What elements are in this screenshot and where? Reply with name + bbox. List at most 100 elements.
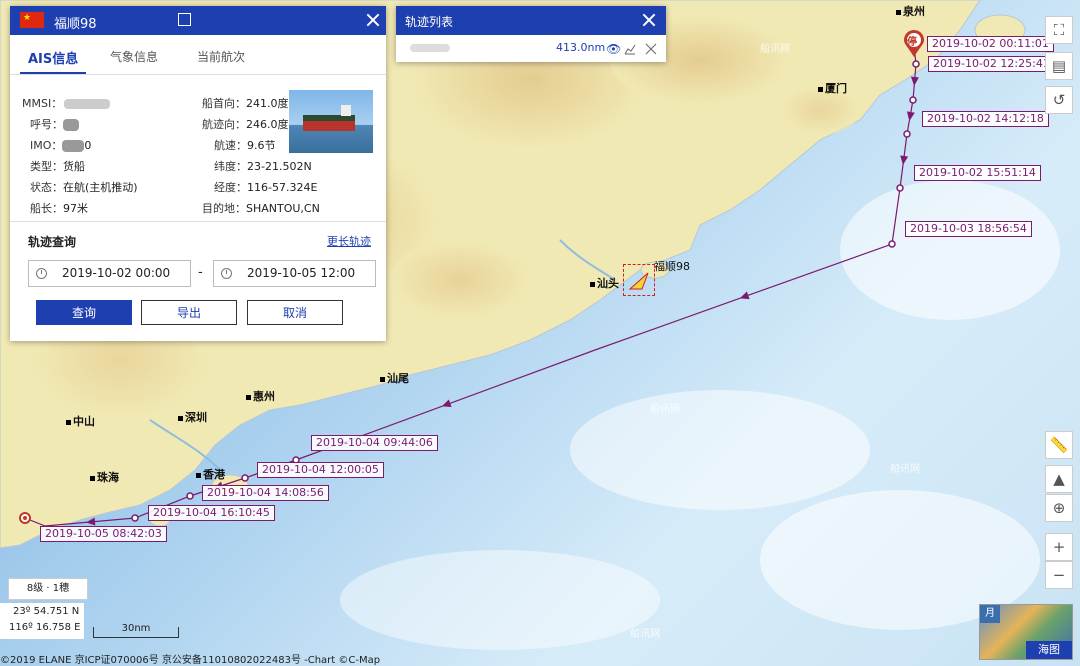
- field-heading: 船首向：241.0度: [202, 97, 289, 110]
- date-range-dash: -: [198, 265, 203, 280]
- stop-pin[interactable]: 停: [903, 30, 925, 58]
- track-time-label[interactable]: 2019-10-02 14:12:18: [922, 111, 1049, 127]
- track-point[interactable]: [896, 184, 904, 192]
- watermark: 船讯网: [890, 464, 920, 475]
- track-time-label[interactable]: 2019-10-04 14:08:56: [202, 485, 329, 501]
- field-longitude: 经度：116-57.324E: [214, 181, 318, 194]
- close-icon[interactable]: [365, 12, 381, 28]
- track-end-marker: [19, 512, 31, 524]
- delete-icon[interactable]: [645, 43, 657, 55]
- track-direction-arrow: [900, 155, 909, 165]
- field-destination: 目的地：SHANTOU,CN: [202, 202, 320, 215]
- track-time-label[interactable]: 2019-10-02 00:11:01: [927, 36, 1054, 52]
- minimap-month-toggle[interactable]: 月: [980, 605, 1000, 623]
- stop-label: 停: [907, 37, 917, 48]
- zoom-level-box: 8级 · 1穗: [8, 578, 88, 600]
- ship-name-label: 福顺98: [654, 260, 690, 273]
- close-icon[interactable]: [641, 12, 657, 28]
- section-divider: [10, 221, 386, 222]
- scale-bar: 30nm: [93, 623, 179, 638]
- ship-arrow-icon: [628, 272, 649, 290]
- fullscreen-icon[interactable]: ⛶: [1045, 16, 1073, 44]
- track-time-label[interactable]: 2019-10-02 12:25:41: [928, 56, 1055, 72]
- ship-name: 福顺98: [54, 17, 97, 32]
- field-latitude: 纬度：23-21.502N: [214, 160, 312, 173]
- field-status: 状态：在航(主机推动): [30, 181, 138, 194]
- flag-icon: ★: [20, 12, 44, 28]
- field-type: 类型：货船: [30, 160, 85, 173]
- zoom-out-button[interactable]: −: [1045, 561, 1073, 589]
- city-shantou: 汕头: [590, 275, 619, 291]
- clock-icon: [221, 268, 232, 279]
- track-direction-arrow: [739, 291, 750, 300]
- copyright-footer: ©2019 ELANE 京ICP证070006号 京公安备11010802022…: [0, 655, 381, 666]
- tab-ais[interactable]: AIS信息: [28, 48, 78, 67]
- track-point[interactable]: [903, 130, 911, 138]
- track-time-label[interactable]: 2019-10-04 16:10:45: [148, 505, 275, 521]
- track-time-label[interactable]: 2019-10-04 09:44:06: [311, 435, 438, 451]
- briefcase-icon[interactable]: ▤: [1045, 52, 1073, 80]
- field-course: 航迹向：246.0度: [202, 118, 289, 131]
- tab-voyage[interactable]: 当前航次: [197, 48, 245, 65]
- coord-lon: 116º 16.758 E: [9, 622, 81, 633]
- tab-divider: [10, 74, 386, 75]
- locate-icon[interactable]: ⊕: [1045, 494, 1073, 522]
- export-button[interactable]: 导出: [141, 300, 237, 325]
- city-quanzhou: 泉州: [896, 3, 925, 19]
- city-xiamen: 厦门: [818, 80, 847, 96]
- track-query-title: 轨迹查询: [28, 235, 77, 249]
- field-mmsi: MMSI：: [22, 95, 111, 111]
- track-time-label[interactable]: 2019-10-05 08:42:03: [40, 526, 167, 542]
- longer-track-link[interactable]: 更长轨迹: [327, 233, 371, 249]
- zoom-in-button[interactable]: +: [1045, 533, 1073, 561]
- edit-icon[interactable]: [178, 13, 191, 26]
- watermark: 船讯网: [630, 629, 660, 640]
- field-length: 船长：97米: [30, 202, 88, 215]
- track-entry-name-redacted: [410, 44, 450, 52]
- city-zhongshan: 中山: [66, 413, 95, 429]
- query-button[interactable]: 查询: [36, 300, 132, 325]
- clock-icon: [36, 268, 47, 279]
- compass-icon[interactable]: ▲: [1045, 465, 1073, 493]
- track-distance: 413.0nm: [556, 41, 606, 54]
- city-huizhou: 惠州: [246, 388, 275, 404]
- city-hongkong: 香港: [196, 466, 225, 482]
- track-point[interactable]: [241, 474, 249, 482]
- track-point[interactable]: [131, 514, 139, 522]
- track-list-header: 轨迹列表: [396, 6, 666, 35]
- end-time-input[interactable]: 2019-10-05 12:00: [213, 260, 376, 287]
- field-speed: 航速：9.6节: [214, 139, 276, 152]
- eye-icon[interactable]: 👁: [606, 42, 621, 56]
- minimap-label: 海图: [1026, 641, 1072, 659]
- ruler-icon[interactable]: 📏: [1045, 431, 1073, 459]
- city-shanwei: 汕尾: [380, 370, 409, 386]
- track-time-label[interactable]: 2019-10-03 18:56:54: [905, 221, 1032, 237]
- tab-weather[interactable]: 气象信息: [110, 48, 158, 65]
- city-zhuhai: 珠海: [90, 469, 119, 485]
- track-list-title: 轨迹列表: [405, 15, 454, 29]
- watermark: 船讯网: [650, 404, 680, 415]
- track-point[interactable]: [888, 240, 896, 248]
- track-point[interactable]: [186, 492, 194, 500]
- track-direction-arrow: [441, 399, 452, 408]
- chart-icon[interactable]: [624, 43, 636, 55]
- minimap[interactable]: 月 海图: [979, 604, 1073, 660]
- ship-marker[interactable]: [623, 264, 655, 296]
- track-point[interactable]: [912, 60, 920, 68]
- coord-lat: 23º 54.751 N: [13, 606, 80, 617]
- start-time-input[interactable]: 2019-10-02 00:00: [28, 260, 191, 287]
- field-callsign: 呼号：: [30, 116, 79, 132]
- coordinate-box: 23º 54.751 N 116º 16.758 E: [0, 603, 84, 639]
- track-point[interactable]: [909, 96, 917, 104]
- ship-photo[interactable]: [289, 90, 373, 153]
- track-time-label[interactable]: 2019-10-04 12:00:05: [257, 462, 384, 478]
- track-time-label[interactable]: 2019-10-02 15:51:14: [914, 165, 1041, 181]
- cancel-button[interactable]: 取消: [247, 300, 343, 325]
- field-imo: IMO： 0: [30, 139, 92, 152]
- track-list-panel: 轨迹列表 413.0nm 👁: [396, 6, 666, 62]
- ais-panel-header: ★ 福顺98: [10, 6, 386, 35]
- watermark: 船讯网: [760, 44, 790, 55]
- rotate-icon[interactable]: ↺: [1045, 86, 1073, 114]
- ais-panel: ★ 福顺98 AIS信息 气象信息 当前航次 MMSI： 呼号： IMO： 0 类…: [10, 6, 386, 341]
- city-shenzhen: 深圳: [178, 409, 207, 425]
